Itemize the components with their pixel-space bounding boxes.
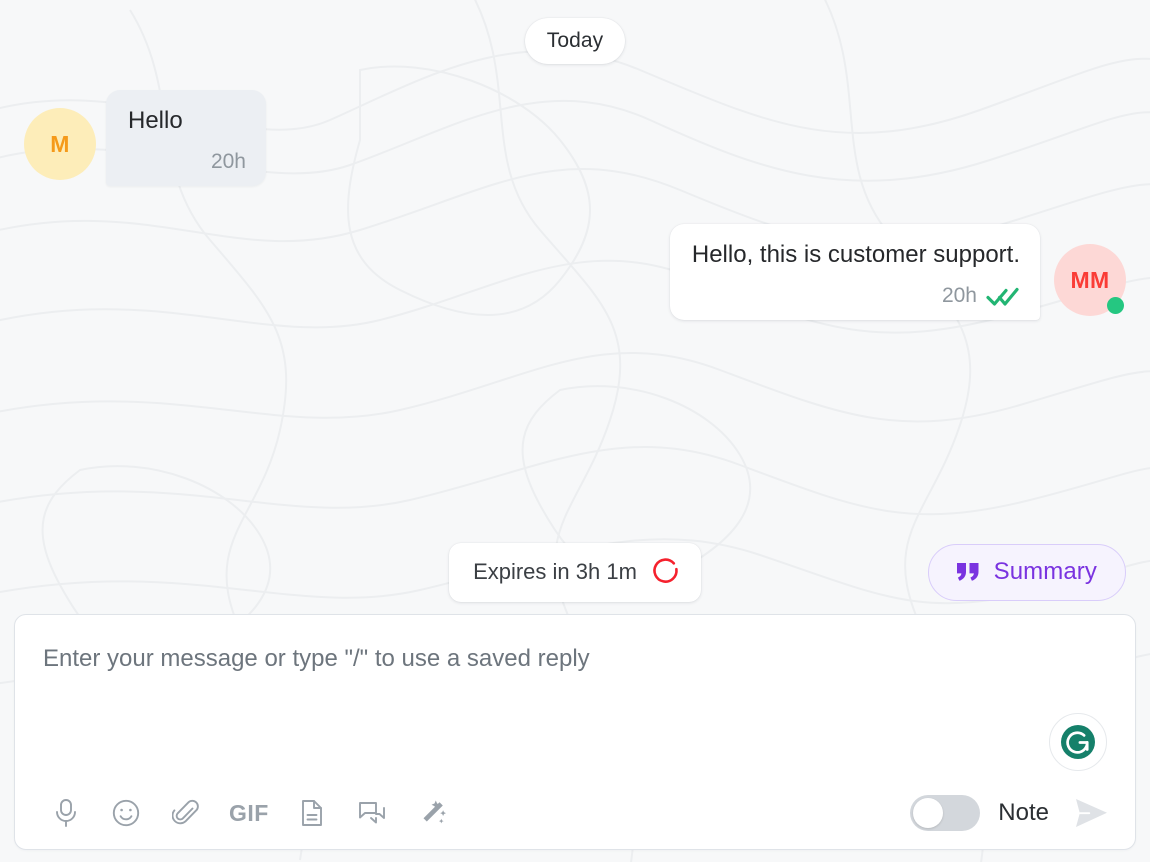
emoji-icon[interactable]: [109, 796, 143, 830]
message-meta: 20h: [128, 150, 246, 174]
online-status-dot: [1107, 297, 1124, 314]
message-bubble-outgoing[interactable]: Hello, this is customer support. 20h: [669, 224, 1040, 320]
date-divider-pill: Today: [524, 18, 626, 64]
avatar[interactable]: MM: [1054, 244, 1126, 316]
message-text: Hello: [128, 107, 183, 134]
message-composer: Enter your message or type "/" to use a …: [14, 614, 1136, 850]
expiry-label: Expires in 3h 1m: [473, 558, 637, 584]
message-bubble-incoming[interactable]: Hello 20h: [106, 90, 266, 186]
composer-send-controls: Note: [910, 791, 1113, 835]
message-timestamp: 20h: [941, 284, 977, 307]
document-icon[interactable]: [295, 796, 329, 830]
grammarly-icon[interactable]: [1049, 713, 1107, 771]
send-icon[interactable]: [1069, 791, 1113, 835]
summary-button-label: Summary: [993, 557, 1097, 585]
composer-tools: GIF: [49, 796, 449, 830]
message-row-incoming: M Hello 20h: [24, 90, 1126, 186]
composer-input-wrapper[interactable]: Enter your message or type "/" to use a …: [15, 615, 1135, 777]
avatar-initials: M: [50, 130, 70, 157]
message-list: Today M Hello 20h Hello, this is custome…: [0, 0, 1150, 536]
composer-toolbar: GIF Note: [15, 777, 1135, 849]
microphone-icon[interactable]: [49, 796, 83, 830]
message-input-placeholder[interactable]: Enter your message or type "/" to use a …: [43, 645, 1107, 674]
message-timestamp: 20h: [210, 150, 246, 173]
magic-wand-icon[interactable]: [415, 796, 449, 830]
note-toggle[interactable]: [910, 795, 981, 831]
avatar[interactable]: M: [24, 108, 96, 180]
message-text: Hello, this is customer support.: [691, 241, 1020, 268]
message-meta: 20h: [692, 284, 1020, 308]
conversation-action-strip: Expires in 3h 1m Summary: [0, 536, 1150, 608]
date-divider-row: Today: [24, 18, 1126, 64]
double-check-icon: [986, 285, 1020, 307]
chat-window: Today M Hello 20h Hello, this is custome…: [0, 0, 1150, 862]
quote-icon: [955, 561, 981, 583]
message-row-outgoing: Hello, this is customer support. 20h MM: [24, 224, 1126, 320]
note-toggle-label: Note: [998, 799, 1049, 826]
timer-ring-icon: [651, 557, 681, 587]
note-toggle-knob: [913, 798, 944, 828]
avatar-initials: MM: [1070, 266, 1110, 293]
saved-replies-icon[interactable]: [355, 796, 389, 830]
gif-icon[interactable]: GIF: [229, 801, 269, 825]
summary-button[interactable]: Summary: [927, 543, 1126, 601]
expiry-pill: Expires in 3h 1m: [449, 542, 701, 602]
attachment-icon[interactable]: [169, 796, 203, 830]
